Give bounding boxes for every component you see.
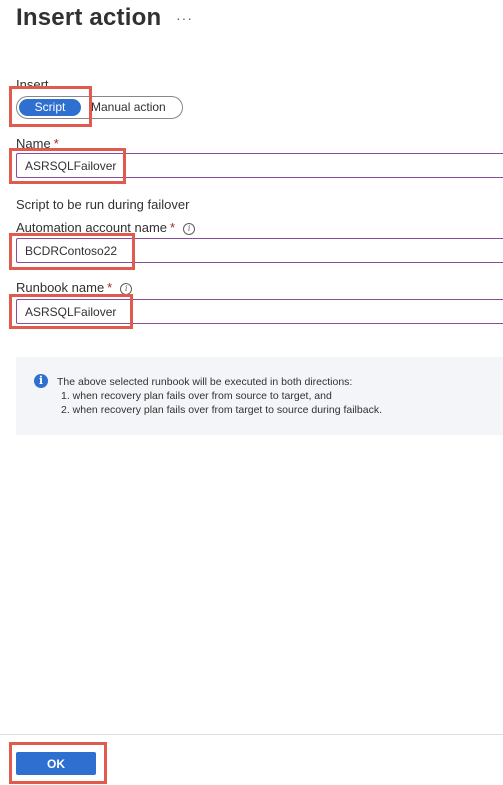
- info-message-box: i The above selected runbook will be exe…: [16, 357, 503, 435]
- name-label: Name *: [16, 136, 59, 151]
- automation-account-label-text: Automation account name: [16, 220, 168, 235]
- required-mark: *: [170, 220, 176, 235]
- name-input[interactable]: [16, 153, 503, 178]
- more-options-button[interactable]: ···: [176, 10, 193, 26]
- ok-button[interactable]: OK: [16, 752, 96, 775]
- automation-account-input[interactable]: [16, 238, 503, 263]
- info-icon: i: [34, 374, 48, 388]
- info-icon[interactable]: i: [120, 283, 133, 295]
- info-message-line: The above selected runbook will be execu…: [57, 376, 353, 388]
- runbook-label: Runbook name * i: [16, 280, 133, 295]
- insert-type-toggle: Script Manual action: [16, 96, 183, 119]
- runbook-input[interactable]: [16, 299, 503, 324]
- toggle-option-manual-action[interactable]: Manual action: [91, 97, 166, 118]
- automation-account-label: Automation account name * i: [16, 220, 196, 235]
- name-label-text: Name: [16, 136, 51, 151]
- script-section-heading: Script to be run during failover: [16, 197, 190, 212]
- info-message-line: 1. when recovery plan fails over from so…: [61, 390, 332, 402]
- required-mark: *: [53, 136, 59, 151]
- required-mark: *: [107, 280, 113, 295]
- toggle-option-script[interactable]: Script: [19, 99, 81, 116]
- insert-label: Insert: [16, 77, 49, 92]
- panel-title: Insert action: [16, 4, 162, 31]
- footer-divider: [0, 734, 503, 735]
- info-message-line: 2. when recovery plan fails over from ta…: [61, 404, 382, 416]
- info-icon[interactable]: i: [183, 223, 196, 235]
- info-message-text: The above selected runbook will be execu…: [57, 375, 382, 417]
- runbook-label-text: Runbook name: [16, 280, 105, 295]
